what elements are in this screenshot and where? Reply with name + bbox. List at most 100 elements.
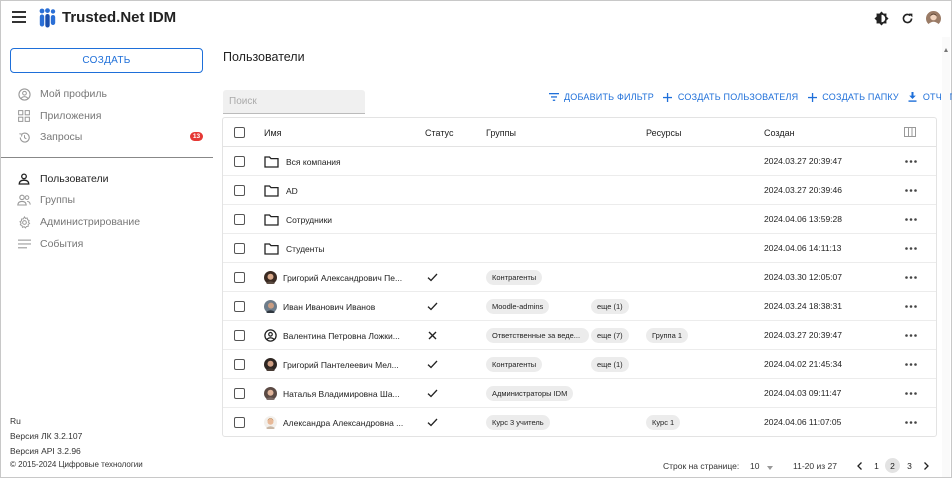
- row-name-text: Александра Александровна ...: [283, 417, 404, 428]
- sidebar-item-label: Пользователи: [40, 173, 109, 185]
- group-chip[interactable]: Администраторы IDM: [486, 386, 574, 401]
- sidebar-item-administration[interactable]: Администрирование: [17, 214, 140, 230]
- group-chip[interactable]: Ответственные за веде...: [486, 328, 589, 343]
- row-name[interactable]: Вся компания: [264, 154, 409, 169]
- rows-per-page-select[interactable]: 10: [750, 461, 773, 472]
- row-name[interactable]: Валентина Петровна Ложки...: [264, 328, 409, 343]
- more-actions-icon[interactable]: [904, 358, 918, 370]
- column-header-groups[interactable]: Группы: [486, 128, 516, 138]
- users-table: Имя Статус Группы Ресурсы Создан Вся ком…: [222, 117, 937, 437]
- column-header-resources[interactable]: Ресурсы: [646, 128, 682, 138]
- row-checkbox[interactable]: [234, 330, 245, 341]
- row-checkbox[interactable]: [234, 388, 245, 399]
- more-actions-icon[interactable]: [904, 242, 918, 254]
- row-checkbox[interactable]: [234, 156, 245, 167]
- group-chip[interactable]: Контрагенты: [486, 270, 543, 285]
- row-name[interactable]: Григорий Пантелеевич Мел...: [264, 357, 409, 372]
- row-name[interactable]: Иван Иванович Иванов: [264, 299, 409, 314]
- table-row[interactable]: Григорий Пантелеевич Мел... Контрагенты …: [223, 350, 936, 379]
- row-name[interactable]: Сотрудники: [264, 212, 409, 227]
- create-button[interactable]: СОЗДАТЬ: [10, 48, 203, 73]
- row-name[interactable]: Студенты: [264, 241, 409, 256]
- menu-icon[interactable]: [12, 11, 26, 25]
- row-checkbox[interactable]: [234, 417, 245, 428]
- sidebar-divider: [1, 157, 213, 158]
- more-actions-icon[interactable]: [904, 329, 918, 341]
- row-created: 2024.03.27 20:39:46: [764, 185, 842, 195]
- user-avatar-icon[interactable]: [925, 10, 941, 26]
- row-checkbox[interactable]: [234, 185, 245, 196]
- table-row[interactable]: Вся компания 2024.03.27 20:39:47: [223, 147, 936, 176]
- scrollbar[interactable]: [942, 37, 950, 477]
- sidebar-item-apps[interactable]: Приложения: [17, 108, 101, 124]
- add-filter-button[interactable]: ДОБАВИТЬ ФИЛЬТР: [549, 92, 654, 102]
- refresh-icon[interactable]: [899, 10, 915, 26]
- select-all-checkbox[interactable]: [234, 127, 245, 138]
- column-header-created[interactable]: Создан: [764, 128, 795, 138]
- group-chip[interactable]: Курс 3 учитель: [486, 415, 550, 430]
- create-folder-button[interactable]: СОЗДАТЬ ПАПКУ: [807, 92, 899, 102]
- account-circle-icon: [17, 87, 31, 101]
- row-created: 2024.03.24 18:38:31: [764, 301, 842, 311]
- group-icon: [17, 193, 31, 207]
- language-switch[interactable]: Ru: [10, 416, 21, 426]
- table-row[interactable]: Валентина Петровна Ложки... Ответственны…: [223, 321, 936, 350]
- page-button[interactable]: 1: [869, 458, 884, 473]
- create-user-button[interactable]: СОЗДАТЬ ПОЛЬЗОВАТЕЛЯ: [663, 92, 798, 102]
- theme-toggle-icon[interactable]: [873, 10, 889, 26]
- table-row[interactable]: Наталья Владимировна Ша... Администратор…: [223, 379, 936, 408]
- more-groups-chip[interactable]: еще (1): [591, 357, 629, 372]
- download-icon: [908, 92, 918, 102]
- sidebar-item-profile[interactable]: Мой профиль: [17, 86, 107, 102]
- sidebar-item-users[interactable]: Пользователи: [17, 171, 109, 187]
- row-checkbox[interactable]: [234, 359, 245, 370]
- more-actions-icon[interactable]: [904, 387, 918, 399]
- row-checkbox[interactable]: [234, 214, 245, 225]
- page-button[interactable]: 3: [902, 458, 917, 473]
- filter-icon: [549, 92, 559, 102]
- row-name-text: Валентина Петровна Ложки...: [283, 330, 400, 341]
- group-chip[interactable]: Контрагенты: [486, 357, 543, 372]
- more-actions-icon[interactable]: [904, 416, 918, 428]
- row-checkbox[interactable]: [234, 243, 245, 254]
- table-row[interactable]: Александра Александровна ... Курс 3 учит…: [223, 408, 936, 437]
- table-row[interactable]: Сотрудники 2024.04.06 13:59:28: [223, 205, 936, 234]
- table-row[interactable]: Студенты 2024.04.06 14:11:13: [223, 234, 936, 263]
- check-icon: [426, 271, 438, 283]
- search-input[interactable]: Поиск: [223, 90, 365, 114]
- row-checkbox[interactable]: [234, 301, 245, 312]
- row-name[interactable]: Наталья Владимировна Ша...: [264, 386, 409, 401]
- page-button-current[interactable]: 2: [885, 458, 900, 473]
- resource-chip[interactable]: Группа 1: [646, 328, 689, 343]
- scroll-up-icon[interactable]: [944, 39, 948, 59]
- more-actions-icon[interactable]: [904, 155, 918, 167]
- row-name-text: Наталья Владимировна Ша...: [283, 388, 400, 399]
- more-actions-icon[interactable]: [904, 300, 918, 312]
- sidebar-item-groups[interactable]: Группы: [17, 192, 75, 208]
- sidebar-item-requests[interactable]: Запросы: [17, 129, 82, 145]
- more-groups-chip[interactable]: еще (1): [591, 299, 629, 314]
- more-actions-icon[interactable]: [904, 184, 918, 196]
- sidebar-item-label: События: [40, 238, 84, 250]
- row-name[interactable]: AD: [264, 183, 409, 198]
- row-name[interactable]: Григорий Александрович Пе...: [264, 270, 409, 285]
- more-actions-icon[interactable]: [904, 213, 918, 225]
- previous-page-icon[interactable]: [852, 458, 867, 473]
- row-created: 2024.04.02 21:45:34: [764, 359, 842, 369]
- column-header-status[interactable]: Статус: [425, 128, 453, 138]
- plus-icon: [807, 92, 817, 102]
- resource-chip[interactable]: Курс 1: [646, 415, 681, 430]
- row-checkbox[interactable]: [234, 272, 245, 283]
- group-chip[interactable]: Moodle-admins: [486, 299, 550, 314]
- table-row[interactable]: Григорий Александрович Пе... Контрагенты…: [223, 263, 936, 292]
- table-row[interactable]: AD 2024.03.27 20:39:46: [223, 176, 936, 205]
- column-settings-icon[interactable]: [904, 127, 916, 139]
- next-page-icon[interactable]: [919, 458, 934, 473]
- create-user-label: СОЗДАТЬ ПОЛЬЗОВАТЕЛЯ: [677, 92, 799, 102]
- row-name[interactable]: Александра Александровна ...: [264, 415, 409, 430]
- more-actions-icon[interactable]: [904, 271, 918, 283]
- sidebar-item-events[interactable]: События: [17, 236, 83, 252]
- table-row[interactable]: Иван Иванович Иванов Moodle-admins еще (…: [223, 292, 936, 321]
- column-header-name[interactable]: Имя: [264, 128, 282, 138]
- more-groups-chip[interactable]: еще (7): [591, 328, 629, 343]
